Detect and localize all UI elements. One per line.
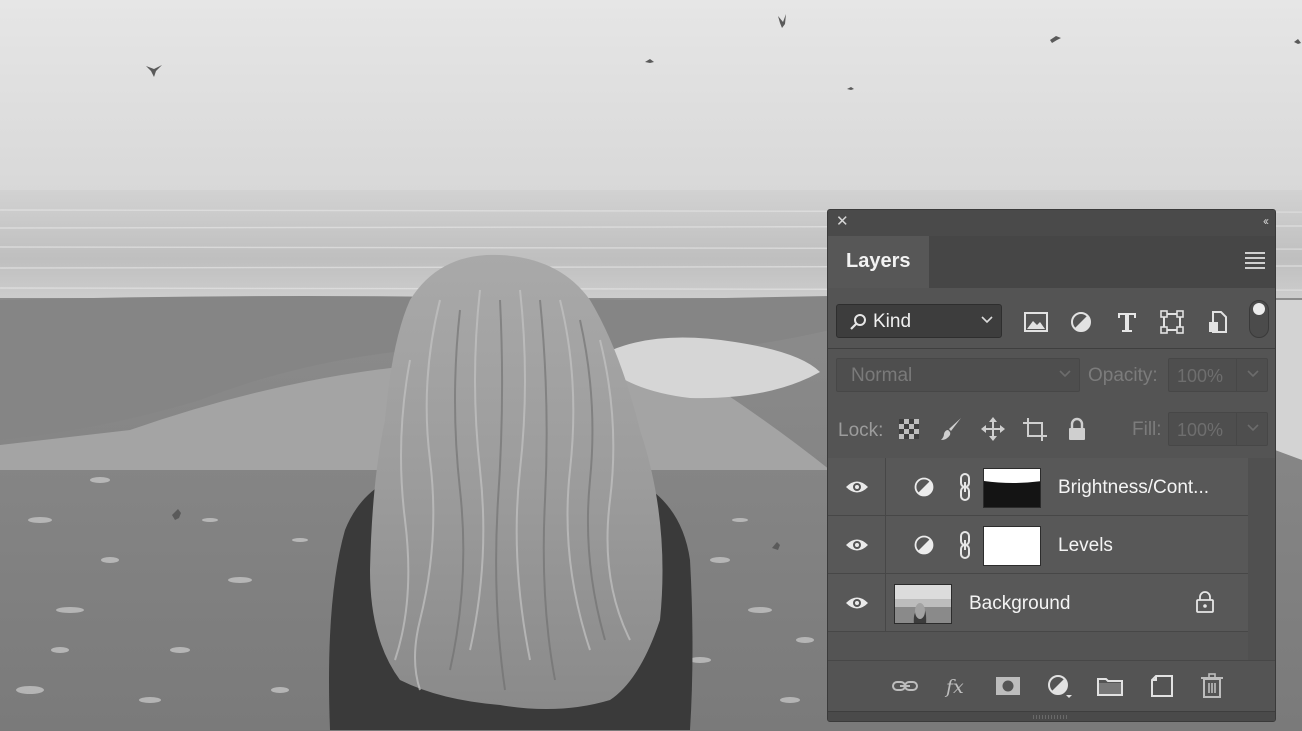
opacity-field[interactable]: 100% (1168, 358, 1268, 392)
layer-name[interactable]: Levels (1058, 535, 1113, 557)
layer-row-levels[interactable]: Levels (828, 516, 1248, 574)
filter-toggle-switch[interactable] (1249, 300, 1269, 338)
layers-list: Brightness/Cont... Levels Background (828, 458, 1248, 660)
shape-layer-filter-icon[interactable] (1159, 310, 1185, 334)
layer-name[interactable]: Background (969, 593, 1070, 615)
layer-style-icon[interactable]: fx (944, 673, 972, 699)
blend-mode-row: Normal Opacity: 100% (828, 348, 1275, 402)
adjustment-layer-icon (914, 535, 934, 555)
search-icon (850, 314, 866, 330)
filter-kind-select[interactable]: Kind (836, 304, 1002, 338)
lock-transparent-pixels-icon[interactable] (896, 416, 922, 442)
layer-locked-icon[interactable] (1195, 591, 1215, 613)
chevron-down-icon (981, 316, 993, 324)
visibility-toggle[interactable] (828, 516, 886, 574)
lock-image-pixels-icon[interactable] (939, 416, 965, 442)
opacity-value: 100% (1177, 366, 1224, 386)
new-layer-icon[interactable] (1148, 673, 1176, 699)
lock-all-icon[interactable] (1064, 416, 1090, 442)
layer-filter-row: Kind (828, 288, 1275, 348)
link-layers-icon[interactable] (891, 673, 919, 699)
type-layer-filter-icon[interactable] (1114, 310, 1140, 334)
layer-row-brightness-contrast[interactable]: Brightness/Cont... (828, 458, 1248, 516)
visibility-toggle[interactable] (828, 458, 886, 516)
new-adjustment-layer-icon[interactable] (1046, 673, 1074, 699)
delete-layer-icon[interactable] (1198, 673, 1226, 699)
eye-icon (846, 597, 868, 609)
layers-toolbar: fx (828, 660, 1275, 721)
lock-label: Lock: (838, 420, 884, 441)
layers-list-gutter (1248, 458, 1275, 660)
eye-icon (846, 481, 868, 493)
blend-mode-select[interactable]: Normal (836, 358, 1080, 392)
chevron-down-icon[interactable] (1247, 370, 1259, 378)
panel-resize-grip[interactable] (828, 711, 1275, 721)
lock-artboard-icon[interactable] (1022, 416, 1048, 442)
add-mask-icon[interactable] (994, 673, 1022, 699)
panel-menu-icon[interactable] (1245, 252, 1265, 269)
fill-value: 100% (1177, 420, 1224, 440)
layers-panel: ✕ ‹‹ Layers Kind Normal Opacity: 100% Lo… (827, 209, 1276, 722)
layer-name[interactable]: Brightness/Cont... (1058, 477, 1209, 499)
layer-mask-thumbnail[interactable] (983, 468, 1041, 508)
fill-field[interactable]: 100% (1168, 412, 1268, 446)
layer-mask-thumbnail[interactable] (983, 526, 1041, 566)
visibility-toggle[interactable] (828, 574, 886, 632)
layer-row-background[interactable]: Background (828, 574, 1248, 632)
close-icon[interactable]: ✕ (836, 214, 852, 230)
pixel-layer-filter-icon[interactable] (1023, 310, 1049, 334)
lock-row: Lock: Fill: 100% (828, 402, 1275, 458)
opacity-label: Opacity: (1088, 365, 1158, 386)
panel-tab-row: Layers (828, 236, 1275, 288)
layer-image-thumbnail[interactable] (894, 584, 952, 624)
chevron-down-icon[interactable] (1247, 424, 1259, 432)
new-group-icon[interactable] (1096, 673, 1124, 699)
tab-layers[interactable]: Layers (828, 236, 929, 288)
chain-link-icon[interactable] (959, 473, 971, 501)
chain-link-icon[interactable] (959, 531, 971, 559)
adjustment-layer-filter-icon[interactable] (1068, 310, 1094, 334)
svg-text:fx: fx (944, 676, 964, 698)
blend-mode-label: Normal (851, 365, 913, 386)
fill-label: Fill: (1132, 419, 1162, 440)
adjustment-layer-icon (914, 477, 934, 497)
eye-icon (846, 539, 868, 551)
lock-position-icon[interactable] (980, 416, 1006, 442)
panel-title-bar: ✕ ‹‹ (828, 210, 1275, 236)
smart-object-filter-icon[interactable] (1205, 310, 1231, 334)
filter-kind-label: Kind (873, 311, 912, 332)
chevron-down-icon (1059, 370, 1071, 378)
collapse-icon[interactable]: ‹‹ (1263, 214, 1269, 228)
